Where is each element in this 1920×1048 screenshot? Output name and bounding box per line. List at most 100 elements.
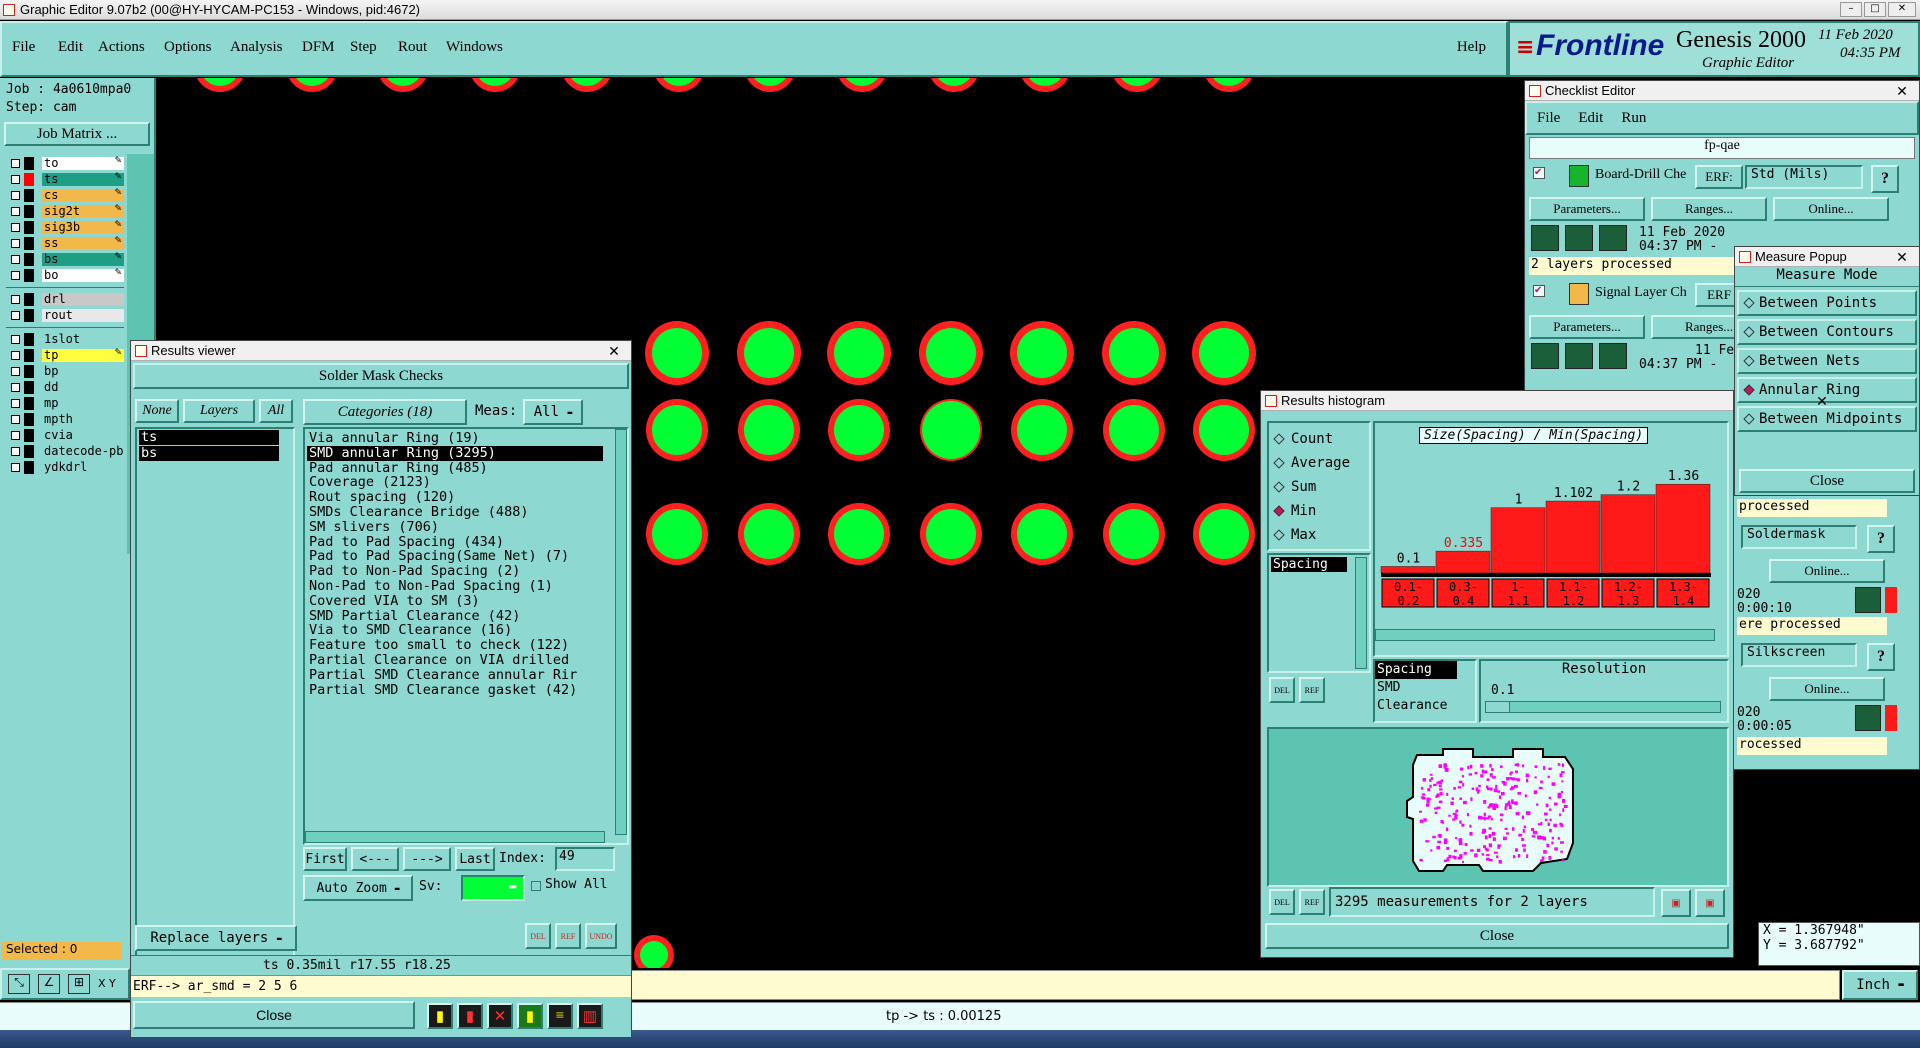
del-icon[interactable]: DEL xyxy=(525,923,551,949)
category-item[interactable]: Feature too small to check (122) xyxy=(307,638,603,653)
layer-row[interactable]: sig2t ✎ xyxy=(6,204,124,220)
layer-checkbox[interactable] xyxy=(11,295,20,304)
close-icon[interactable]: ✕ xyxy=(1889,83,1915,99)
layer-row[interactable]: sig3b ✎ xyxy=(6,220,124,236)
category-item[interactable]: Coverage (2123) xyxy=(307,475,603,490)
menu-file[interactable]: File xyxy=(12,39,58,56)
parameters-button[interactable]: Parameters... xyxy=(1529,315,1645,339)
tool-icon-2[interactable]: ▮ xyxy=(457,1003,483,1029)
categories-button[interactable]: Categories (18) xyxy=(303,399,467,425)
export-icon[interactable]: ▣ xyxy=(1661,889,1691,917)
histogram-bar[interactable] xyxy=(1490,507,1546,574)
zoom-icon[interactable] xyxy=(1855,705,1881,731)
layer-checkbox[interactable] xyxy=(11,239,20,248)
run-icon[interactable] xyxy=(1599,343,1627,369)
layer-name[interactable]: tp xyxy=(42,349,124,362)
units-dropdown[interactable]: Inch ▬ xyxy=(1842,970,1918,1000)
histogram-bar[interactable] xyxy=(1380,566,1436,574)
first-button[interactable]: First xyxy=(303,847,347,871)
import-icon[interactable]: ▣ xyxy=(1695,889,1725,917)
category-item[interactable]: Via to SMD Clearance (16) xyxy=(307,623,603,638)
menu-options[interactable]: Options xyxy=(164,39,230,56)
layer-name[interactable]: ts xyxy=(42,173,124,186)
show-all-checkbox[interactable] xyxy=(531,881,541,891)
layer-name[interactable]: ydkdrl xyxy=(42,461,124,474)
layer-checkbox[interactable] xyxy=(11,415,20,424)
erf-value-field[interactable]: Soldermask xyxy=(1741,525,1857,549)
layer-row[interactable]: cs ✎ xyxy=(6,188,124,204)
menu-edit[interactable]: Edit xyxy=(58,39,98,56)
stat-option-sum[interactable]: Sum xyxy=(1273,475,1363,499)
online-button[interactable]: Online... xyxy=(1769,559,1885,583)
online-button[interactable]: Online... xyxy=(1769,677,1885,701)
rv-layer-item[interactable]: bs xyxy=(139,445,279,461)
zoom-tool-icon[interactable]: ⤡ xyxy=(8,974,30,994)
layer-row[interactable]: ts ✎ xyxy=(6,172,124,188)
layer-checkbox[interactable] xyxy=(11,191,20,200)
layer-checkbox[interactable] xyxy=(11,463,20,472)
layer-name[interactable]: ss xyxy=(42,237,124,250)
histogram-bar[interactable] xyxy=(1545,500,1601,574)
layer-checkbox[interactable] xyxy=(11,367,20,376)
layer-name[interactable]: bo xyxy=(42,269,124,282)
layer-name[interactable]: cs xyxy=(42,189,124,202)
checklist-menu-file[interactable]: File xyxy=(1537,110,1560,127)
category-item[interactable]: Pad to Pad Spacing (434) xyxy=(307,535,603,550)
horizontal-scrollbar[interactable] xyxy=(1375,629,1715,641)
help-button[interactable]: ? xyxy=(1867,525,1895,553)
menu-windows[interactable]: Windows xyxy=(446,39,516,56)
del-button[interactable]: DEL xyxy=(1269,889,1295,915)
ranges-button[interactable]: Ranges... xyxy=(1651,197,1767,221)
layer-row[interactable]: ydkdrl xyxy=(6,460,124,476)
check-item-label[interactable]: Board-Drill Che xyxy=(1595,167,1695,183)
spacing-item[interactable]: Spacing xyxy=(1375,661,1457,679)
layer-checkbox[interactable] xyxy=(11,223,20,232)
layer-name[interactable]: rout xyxy=(42,309,124,322)
index-field[interactable]: 49 xyxy=(555,847,615,871)
layer-row[interactable]: to ✎ xyxy=(6,156,124,172)
layer-name[interactable]: mpth xyxy=(42,413,124,426)
stat-option-count[interactable]: Count xyxy=(1273,427,1363,451)
none-button[interactable]: None xyxy=(135,399,179,423)
category-item[interactable]: Pad to Pad Spacing(Same Net) (7) xyxy=(307,549,603,564)
ref-button[interactable]: REF xyxy=(1299,889,1325,915)
layer-checkbox[interactable] xyxy=(11,431,20,440)
layer-row[interactable]: datecode-pbt xyxy=(6,444,124,460)
menu-actions[interactable]: Actions xyxy=(98,39,164,56)
histogram-icon[interactable]: ▥ xyxy=(577,1003,603,1029)
category-item[interactable]: Pad annular Ring (485) xyxy=(307,461,603,476)
ref-button[interactable]: REF xyxy=(1299,677,1325,703)
category-item[interactable]: Partial SMD Clearance gasket (42) xyxy=(307,683,603,698)
layer-row[interactable]: tp ✎ xyxy=(6,348,124,364)
run-icon[interactable] xyxy=(1531,343,1559,369)
replace-layers-dropdown[interactable]: Replace layers ▬ xyxy=(135,925,297,951)
menu-step[interactable]: Step xyxy=(350,39,398,56)
run-icon[interactable] xyxy=(1531,225,1559,251)
layer-checkbox[interactable] xyxy=(11,255,20,264)
measure-option-between-midpoints[interactable]: Between Midpoints xyxy=(1737,406,1917,432)
undo-icon[interactable]: UNDO xyxy=(585,923,617,949)
layer-row[interactable]: bo ✎ xyxy=(6,268,124,284)
category-item[interactable]: SMD annular Ring (3295) xyxy=(307,445,603,461)
close-button[interactable]: ✕ xyxy=(1888,2,1916,17)
layer-row[interactable]: rout xyxy=(6,308,124,324)
layer-name[interactable]: datecode-pbt xyxy=(42,445,124,458)
del-button[interactable]: DEL xyxy=(1269,677,1295,703)
checklist-menu-run[interactable]: Run xyxy=(1621,110,1646,127)
layer-checkbox[interactable] xyxy=(11,175,20,184)
layer-row[interactable]: bs ✎ xyxy=(6,252,124,268)
close-icon[interactable]: ✕ xyxy=(1889,249,1915,265)
layer-checkbox[interactable] xyxy=(11,271,20,280)
layer-checkbox[interactable] xyxy=(11,351,20,360)
sv-color-dropdown[interactable]: ▬ xyxy=(461,875,525,901)
layer-row[interactable]: mpth xyxy=(6,412,124,428)
layer-name[interactable]: to xyxy=(42,157,124,170)
measure-option-between-contours[interactable]: Between Contours xyxy=(1737,319,1917,345)
layer-name[interactable]: drl xyxy=(42,293,124,306)
stat-option-min[interactable]: Min xyxy=(1273,499,1363,523)
run-icon[interactable] xyxy=(1565,225,1593,251)
erf-button[interactable]: ERF: xyxy=(1695,165,1743,189)
tool-icon-1[interactable]: ▮ xyxy=(427,1003,453,1029)
parameters-button[interactable]: Parameters... xyxy=(1529,197,1645,221)
layer-name[interactable]: 1slot xyxy=(42,333,124,346)
